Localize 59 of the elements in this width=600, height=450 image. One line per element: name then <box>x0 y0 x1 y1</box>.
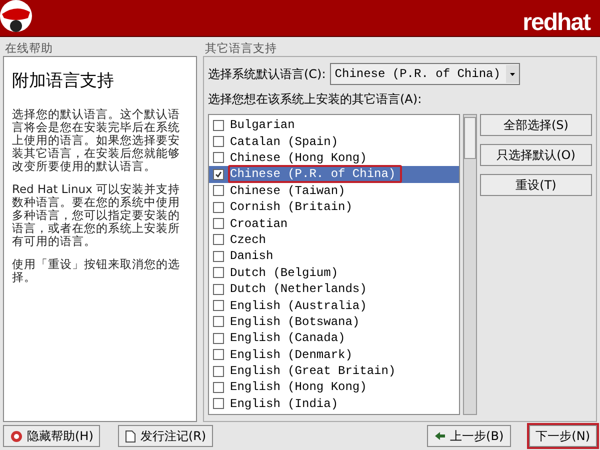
checkbox[interactable] <box>213 284 224 295</box>
checkbox[interactable] <box>213 120 224 131</box>
language-item[interactable]: English (Great Britain) <box>209 362 459 380</box>
field-label: 选择系统默认语言(C): <box>208 66 326 82</box>
language-item[interactable]: Czech <box>209 232 459 248</box>
language-item[interactable]: English (Hong Kong) <box>209 379 459 396</box>
help-paragraph: 选择您的默认语言。这个默认语言将会是您在安装完毕后在系统上使用的语言。如果您选择要安装其它语言，在安装后您就能够改变所要使用的默认语言。 <box>12 108 181 173</box>
checkbox[interactable] <box>213 267 224 278</box>
language-item[interactable]: Catalan (Spain) <box>209 133 459 150</box>
language-item[interactable]: Dutch (Belgium) <box>209 264 459 281</box>
action-button[interactable]: 只选择默认(O) <box>480 144 592 166</box>
group-label: 在线帮助 <box>4 41 54 56</box>
language-item[interactable]: Chinese (Taiwan) <box>209 182 459 199</box>
language-item[interactable]: Danish <box>209 248 459 265</box>
language-item[interactable]: English (India) <box>209 396 459 412</box>
checkmark-icon <box>215 170 222 178</box>
scrollbar[interactable] <box>463 114 477 415</box>
group-label: 其它语言支持 <box>204 41 278 56</box>
checkbox[interactable] <box>213 332 224 344</box>
language-item[interactable]: English (Botswana) <box>209 314 459 330</box>
language-item[interactable]: Chinese (Hong Kong) <box>209 150 459 166</box>
checkbox[interactable] <box>213 234 224 246</box>
language-item[interactable]: Croatian <box>209 215 459 232</box>
help-title: 附加语言支持 <box>12 70 115 92</box>
language-item[interactable]: English (Canada) <box>209 330 459 346</box>
action-button[interactable]: 全部选择(S) <box>480 114 592 136</box>
release-notes-button[interactable]: 发行注记(R) <box>118 425 214 447</box>
list-label: 选择您想在该系统上安装的其它语言(A): <box>208 91 423 108</box>
action-button[interactable]: 重设(T) <box>480 174 592 196</box>
language-item[interactable]: English (Australia) <box>209 297 459 314</box>
left-arrow-icon <box>434 431 446 441</box>
language-item[interactable]: Cornish (Britain) <box>209 198 459 216</box>
logo-text: redhat <box>522 10 590 36</box>
caret-icon <box>506 65 520 83</box>
checkbox[interactable] <box>213 382 224 393</box>
checkbox[interactable] <box>213 168 224 180</box>
hide-help-button[interactable]: 隐藏帮助(H) <box>3 425 100 447</box>
help-paragraph: Red Hat Linux 可以安装并支持数种语言。要在您的系统中使用多种语言，您可以指定要安装的语言，或者在您的系统上安装所有可用的语言。 <box>12 183 182 248</box>
back-button[interactable]: 上一步(B) <box>427 425 511 447</box>
language-item[interactable]: Chinese (P.R. of China) <box>209 166 459 183</box>
checkbox[interactable] <box>213 316 224 328</box>
checkbox[interactable] <box>213 300 224 311</box>
checkbox[interactable] <box>213 218 224 230</box>
checkbox[interactable] <box>213 152 224 164</box>
next-button[interactable]: 下一步(N) <box>528 425 597 447</box>
checkbox[interactable] <box>213 366 224 377</box>
language-dropdown[interactable]: Chinese (P.R. of China) <box>330 63 520 85</box>
language-item[interactable]: Dutch (Netherlands) <box>209 280 459 298</box>
language-item[interactable]: English (Denmark) <box>209 346 459 363</box>
help-paragraph: 使用「重设」按钮来取消您的选择。 <box>12 258 181 284</box>
checkbox[interactable] <box>213 250 224 262</box>
language-item[interactable]: Bulgarian <box>209 117 459 134</box>
checkbox[interactable] <box>213 398 224 410</box>
checkbox[interactable] <box>213 202 224 213</box>
lifebuoy-icon <box>10 430 23 442</box>
checkbox[interactable] <box>213 185 224 196</box>
checkbox[interactable] <box>213 349 224 360</box>
document-icon <box>125 430 136 442</box>
checkbox[interactable] <box>213 136 224 148</box>
